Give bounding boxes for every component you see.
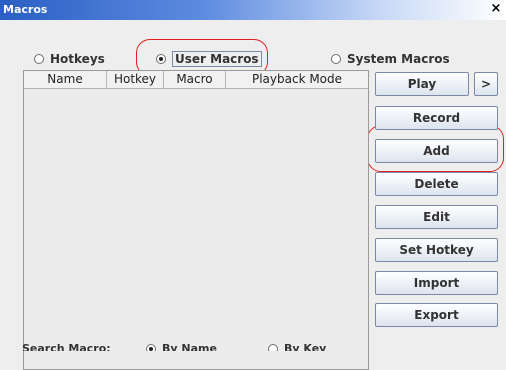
radio-user-macros-label: User Macros bbox=[172, 51, 262, 67]
radio-hotkeys[interactable]: Hotkeys bbox=[34, 52, 105, 66]
column-header-name[interactable]: Name bbox=[24, 71, 107, 88]
radio-circle[interactable] bbox=[34, 54, 44, 64]
search-macro-label: Search Macro: bbox=[22, 342, 111, 351]
title-bar: Macros × bbox=[0, 0, 506, 20]
import-button[interactable]: Import bbox=[375, 271, 498, 295]
radio-circle[interactable] bbox=[268, 343, 278, 351]
macro-table[interactable]: Name Hotkey Macro Playback Mode bbox=[23, 70, 369, 370]
close-icon[interactable]: × bbox=[489, 2, 503, 16]
column-header-macro[interactable]: Macro bbox=[164, 71, 226, 88]
delete-button[interactable]: Delete bbox=[375, 172, 498, 196]
edit-button[interactable]: Edit bbox=[375, 205, 498, 229]
radio-circle-selected[interactable] bbox=[146, 343, 156, 351]
radio-user-macros[interactable]: User Macros bbox=[156, 51, 262, 67]
table-header: Name Hotkey Macro Playback Mode bbox=[24, 71, 368, 89]
column-header-hotkey[interactable]: Hotkey bbox=[107, 71, 164, 88]
radio-system-macros-label: System Macros bbox=[347, 52, 450, 66]
set-hotkey-button[interactable]: Set Hotkey bbox=[375, 238, 498, 262]
column-header-playback-mode[interactable]: Playback Mode bbox=[226, 71, 368, 88]
export-button[interactable]: Export bbox=[375, 303, 498, 327]
radio-circle-selected[interactable] bbox=[156, 54, 166, 64]
add-button[interactable]: Add bbox=[375, 139, 498, 163]
radio-circle[interactable] bbox=[331, 54, 341, 64]
radio-system-macros[interactable]: System Macros bbox=[331, 52, 450, 66]
radio-by-key[interactable]: By Key bbox=[268, 342, 326, 351]
radio-by-name[interactable]: By Name bbox=[146, 342, 217, 351]
play-button[interactable]: Play bbox=[375, 72, 469, 96]
play-options-button[interactable]: > bbox=[474, 72, 498, 96]
radio-by-name-label: By Name bbox=[162, 342, 217, 351]
radio-hotkeys-label: Hotkeys bbox=[50, 52, 105, 66]
record-button[interactable]: Record bbox=[375, 106, 498, 130]
window-title: Macros bbox=[3, 3, 48, 16]
search-bar: Search Macro: By Name By Key bbox=[0, 340, 506, 351]
radio-by-key-label: By Key bbox=[284, 342, 327, 351]
